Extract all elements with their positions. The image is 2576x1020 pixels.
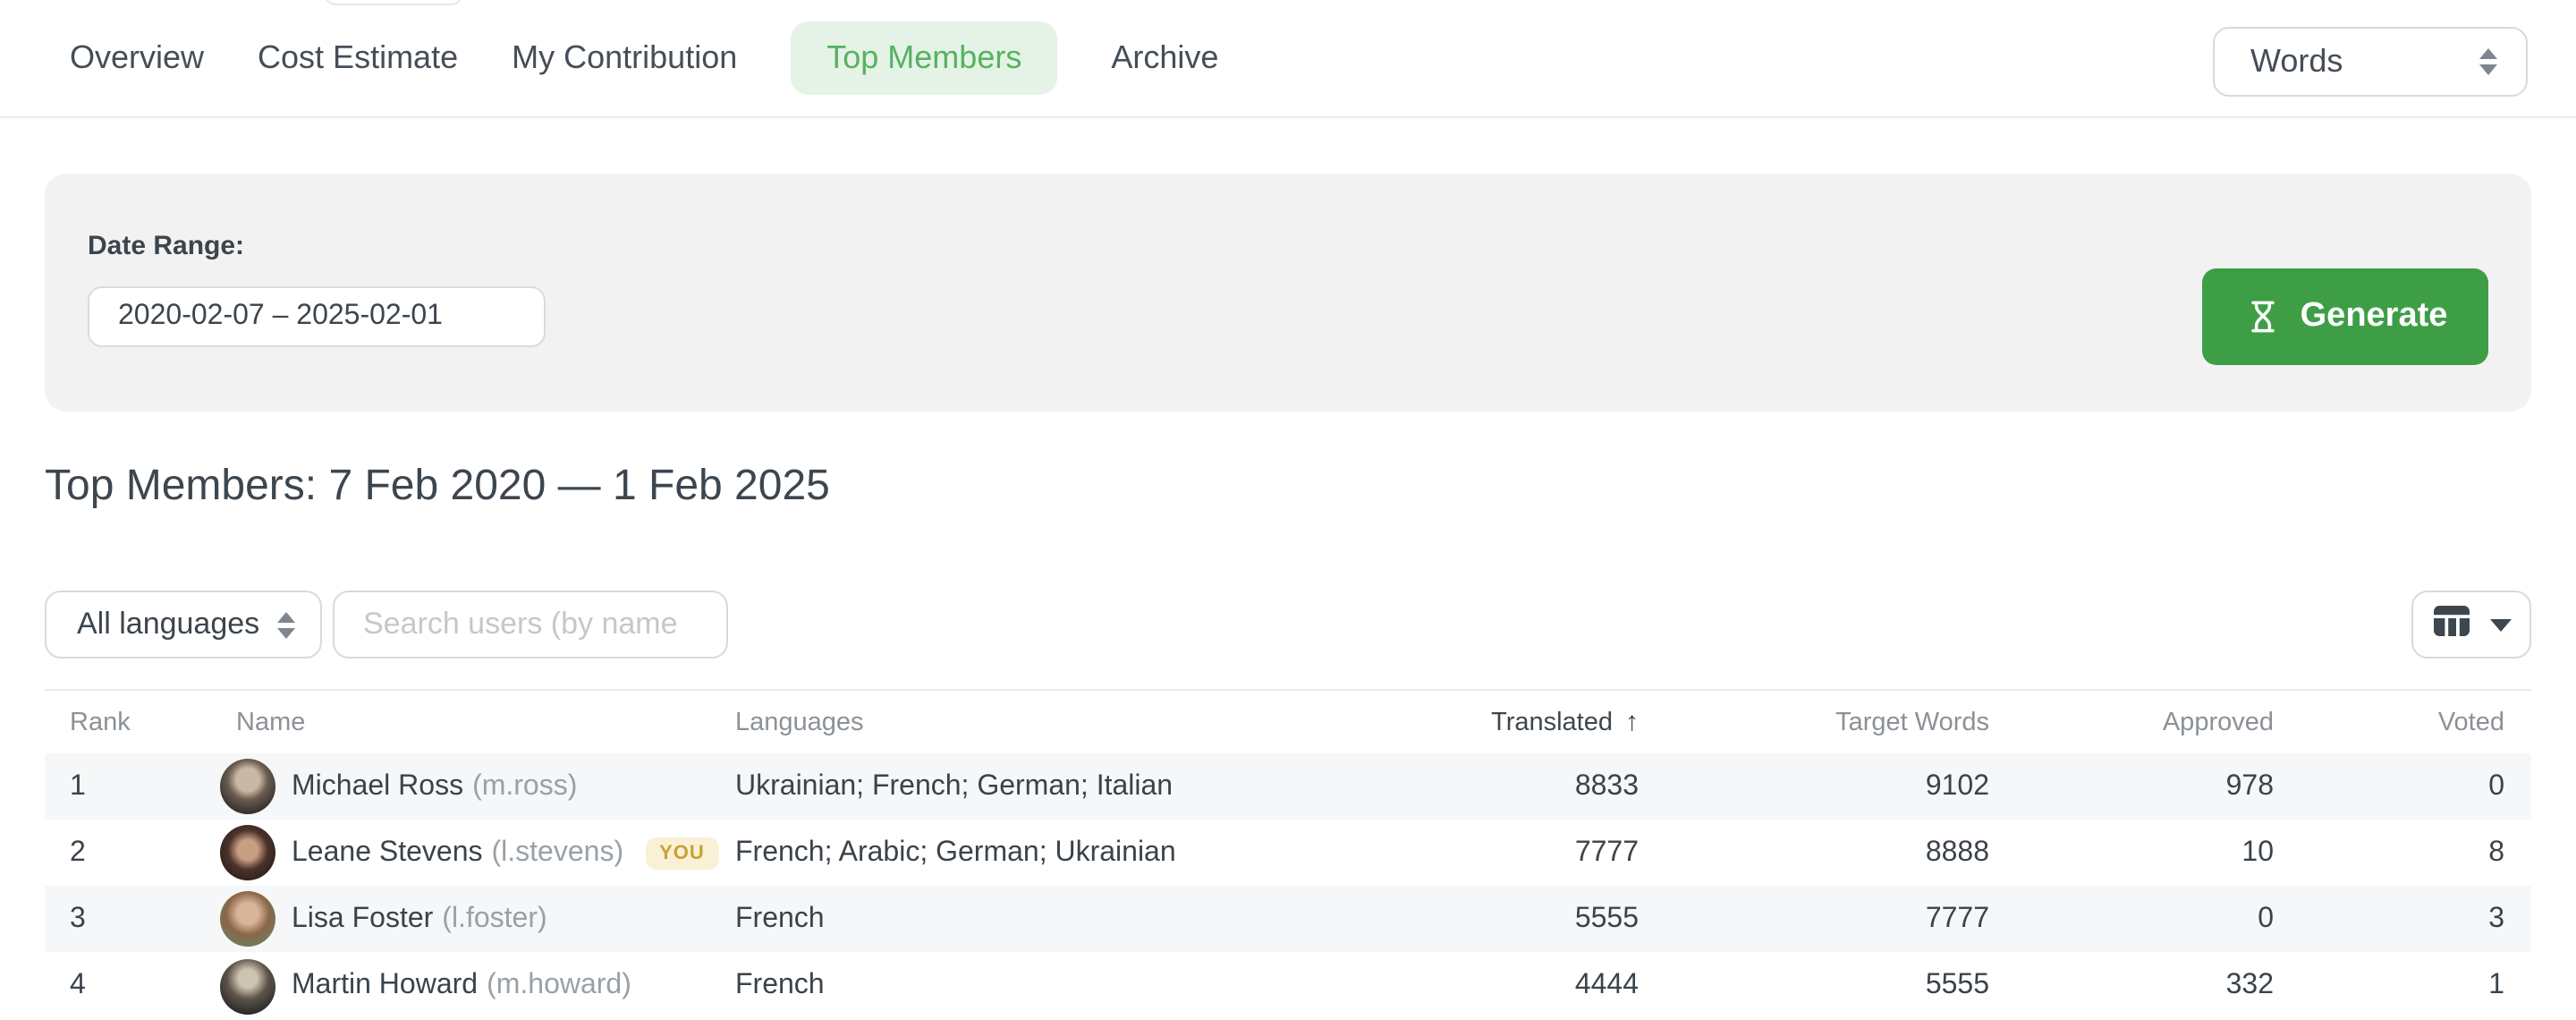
member-name[interactable]: Michael Ross: [292, 770, 463, 803]
languages-cell: French: [735, 970, 1326, 1002]
you-badge: YOU: [645, 837, 719, 869]
languages-cell: French; Arabic; German; Ukrainian: [735, 837, 1326, 869]
select-updown-icon: [2479, 48, 2497, 75]
report-generation-panel: Date Range: 2020-02-07 – 2025-02-01 Gene…: [45, 174, 2531, 412]
generate-button[interactable]: Generate: [2202, 268, 2488, 365]
rank-cell: 4: [45, 970, 236, 1002]
voted-cell: 0: [2274, 770, 2504, 803]
translated-cell: 5555: [1326, 903, 1639, 935]
translated-cell: 7777: [1326, 837, 1639, 869]
filters-row: All languages: [0, 591, 2576, 659]
member-cell[interactable]: Martin Howard (m.howard): [236, 958, 735, 1014]
column-header-rank[interactable]: Rank: [45, 708, 236, 736]
table-row: 4 Martin Howard (m.howard) French 4444 5…: [45, 952, 2531, 1020]
table-row: 3 Lisa Foster (l.foster) French 5555 777…: [45, 886, 2531, 952]
unit-select[interactable]: Words: [2213, 27, 2528, 97]
column-header-languages[interactable]: Languages: [735, 708, 1326, 736]
tabs-group: Overview Cost Estimate My Contribution T…: [70, 21, 1218, 95]
tab-top-members[interactable]: Top Members: [791, 21, 1057, 95]
translated-cell: 8833: [1326, 770, 1639, 803]
select-updown-icon: [277, 611, 295, 638]
member-name[interactable]: Leane Stevens: [292, 837, 483, 869]
column-header-voted[interactable]: Voted: [2274, 708, 2504, 736]
rank-cell: 2: [45, 837, 236, 869]
member-name[interactable]: Martin Howard: [292, 970, 478, 1002]
tab-cost-estimate[interactable]: Cost Estimate: [258, 21, 458, 95]
column-header-name[interactable]: Name: [236, 708, 735, 736]
sort-ascending-icon: ↑: [1625, 707, 1639, 737]
member-username: (m.howard): [487, 970, 631, 1002]
search-users-input[interactable]: [333, 591, 728, 659]
member-username: (m.ross): [472, 770, 577, 803]
table-row: 2 Leane Stevens (l.stevens) YOU French; …: [45, 820, 2531, 886]
voted-cell: 8: [2274, 837, 2504, 869]
avatar[interactable]: [220, 759, 275, 814]
table-row: 1 Michael Ross (m.ross) Ukrainian; Frenc…: [45, 753, 2531, 820]
language-filter-value: All languages: [77, 607, 259, 642]
page-title: Top Members: 7 Feb 2020 — 1 Feb 2025: [45, 462, 830, 512]
member-name[interactable]: Lisa Foster: [292, 903, 433, 935]
voted-cell: 3: [2274, 903, 2504, 935]
language-filter-select[interactable]: All languages: [45, 591, 322, 659]
rank-cell: 1: [45, 770, 236, 803]
column-header-target-words[interactable]: Target Words: [1639, 708, 1989, 736]
target-words-cell: 7777: [1639, 903, 1989, 935]
columns-settings-button[interactable]: [2411, 591, 2531, 659]
languages-cell: Ukrainian; French; German; Italian: [735, 770, 1326, 803]
target-words-cell: 8888: [1639, 837, 1989, 869]
languages-cell: French: [735, 903, 1326, 935]
column-header-translated[interactable]: Translated ↑: [1326, 707, 1639, 737]
member-username: (l.stevens): [492, 837, 624, 869]
tab-my-contribution[interactable]: My Contribution: [512, 21, 737, 95]
top-members-page: Overview Cost Estimate My Contribution T…: [0, 0, 2576, 1020]
approved-cell: 978: [1989, 770, 2274, 803]
avatar[interactable]: [220, 825, 275, 880]
avatar[interactable]: [220, 958, 275, 1014]
member-cell[interactable]: Michael Ross (m.ross): [236, 759, 735, 814]
hourglass-icon: [2243, 297, 2283, 336]
tab-archive[interactable]: Archive: [1111, 21, 1218, 95]
target-words-cell: 5555: [1639, 970, 1989, 1002]
top-members-table: Rank Name Languages Translated ↑ Target W…: [45, 689, 2531, 1020]
rank-cell: 3: [45, 903, 236, 935]
approved-cell: 10: [1989, 837, 2274, 869]
tab-overview[interactable]: Overview: [70, 21, 204, 95]
member-username: (l.foster): [442, 903, 547, 935]
translated-cell: 4444: [1326, 970, 1639, 1002]
column-header-approved[interactable]: Approved: [1989, 708, 2274, 736]
table-header-row: Rank Name Languages Translated ↑ Target W…: [45, 689, 2531, 753]
date-range-label: Date Range:: [88, 231, 244, 261]
member-cell[interactable]: Lisa Foster (l.foster): [236, 891, 735, 947]
approved-cell: 0: [1989, 903, 2274, 935]
generate-button-label: Generate: [2301, 297, 2448, 336]
voted-cell: 1: [2274, 970, 2504, 1002]
date-range-input[interactable]: 2020-02-07 – 2025-02-01: [88, 286, 546, 347]
target-words-cell: 9102: [1639, 770, 1989, 803]
chevron-down-icon: [2489, 618, 2511, 631]
column-header-translated-label: Translated: [1491, 709, 1613, 737]
approved-cell: 332: [1989, 970, 2274, 1002]
report-tabbar: Overview Cost Estimate My Contribution T…: [0, 0, 2576, 118]
avatar[interactable]: [220, 891, 275, 947]
table-columns-icon: [2432, 604, 2470, 645]
unit-select-value: Words: [2250, 43, 2479, 81]
member-cell[interactable]: Leane Stevens (l.stevens) YOU: [236, 825, 735, 880]
